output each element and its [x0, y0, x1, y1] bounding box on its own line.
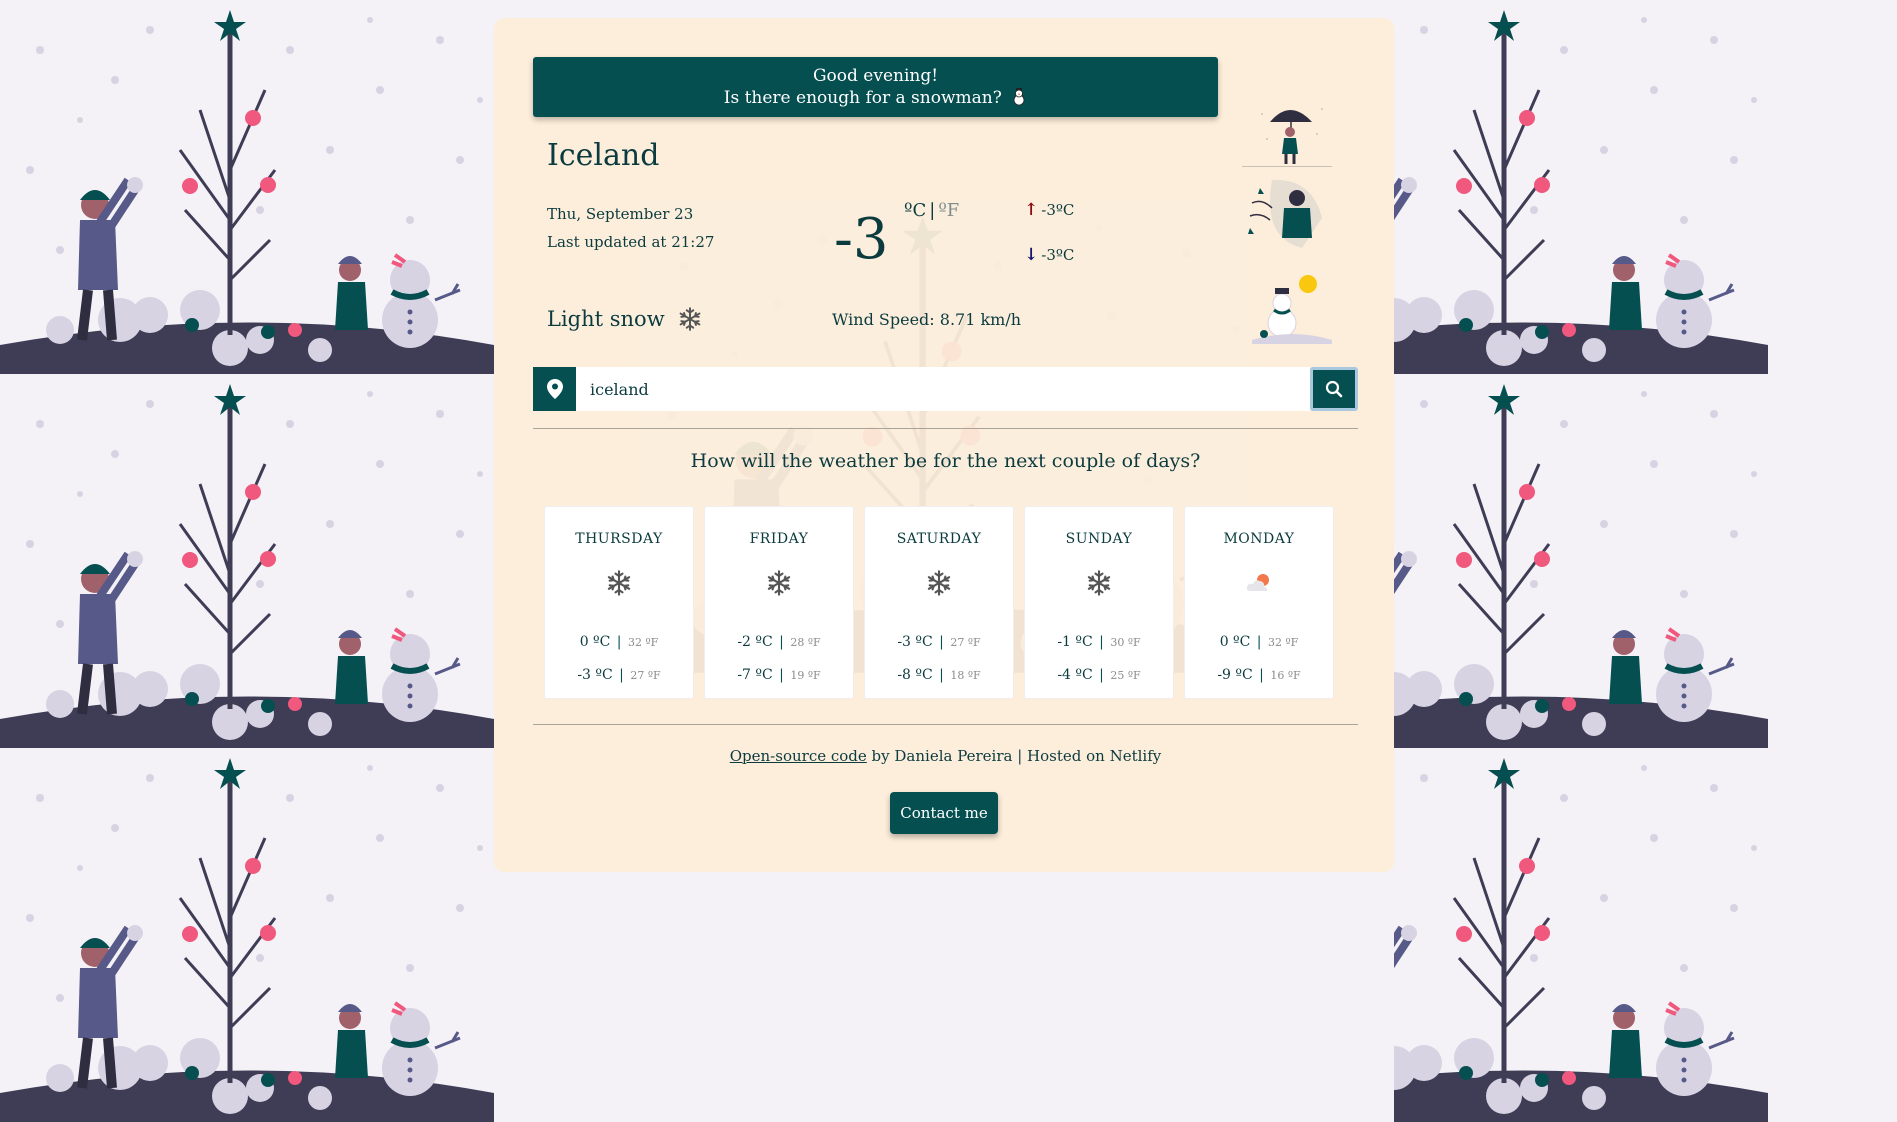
day-min: -7 ºC | 19 ºF [737, 667, 821, 683]
day-min: -8 ºC | 18 ºF [897, 667, 981, 683]
day-max: -3 ºC | 27 ºF [897, 634, 981, 650]
snowflake-icon [607, 570, 631, 596]
day-max: -2 ºC | 28 ºF [737, 634, 821, 650]
search-bar [533, 367, 1358, 411]
greeting-question: Is there enough for a snowman? [723, 88, 1002, 108]
celsius-link[interactable]: ºC [904, 200, 926, 221]
day-name: SATURDAY [896, 531, 982, 547]
day-min: -9 ºC | 16 ºF [1217, 667, 1301, 683]
weather-card: Good evening! Is there enough for a snow… [494, 18, 1394, 872]
last-updated-time: 21:27 [671, 233, 715, 251]
snowman-icon [1013, 88, 1025, 106]
fahrenheit-link[interactable]: ºF [938, 200, 959, 221]
city-name: Iceland [547, 138, 660, 173]
contact-button[interactable]: Contact me [890, 792, 998, 834]
forecast-list: THURSDAY 0 ºC | 32 ºF -3 ºC | 27 ºF FRID… [544, 506, 1334, 699]
weather-description: Light snow [547, 306, 703, 332]
arrow-up-icon: ↑ [1024, 200, 1039, 220]
umbrella-illustration [1242, 94, 1338, 166]
day-min: -3 ºC | 27 ºF [577, 667, 661, 683]
footer-credit: by Daniela Pereira | Hosted on Netlify [866, 747, 1162, 765]
cloud-sun-icon [1246, 574, 1269, 591]
forecast-day-card: SUNDAY -1 ºC | 30 ºF -4 ºC | 25 ºF [1024, 506, 1174, 699]
search-button[interactable] [1310, 367, 1358, 411]
arrow-down-icon: ↓ [1024, 245, 1039, 265]
snowflake-icon [679, 307, 701, 331]
unit-toggle: ºC | ºF [904, 200, 960, 221]
greeting-banner: Good evening! Is there enough for a snow… [533, 57, 1218, 117]
day-max: 0 ºC | 32 ºF [1219, 634, 1299, 650]
open-source-link[interactable]: Open-source code [730, 747, 867, 765]
wind-speed: Wind Speed: 8.71 km/h [832, 310, 1022, 329]
wind-person-illustration [1242, 178, 1338, 250]
forecast-day-card: FRIDAY -2 ºC | 28 ºF -7 ºC | 19 ºF [704, 506, 854, 699]
description-text: Light snow [547, 307, 665, 331]
forecast-day-card: SATURDAY -3 ºC | 27 ºF -8 ºC | 18 ºF [864, 506, 1014, 699]
divider [533, 428, 1358, 429]
snowflake-icon [927, 570, 951, 596]
day-name: THURSDAY [575, 531, 663, 547]
forecast-day-card: THURSDAY 0 ºC | 32 ºF -3 ºC | 27 ºF [544, 506, 694, 699]
greeting-text: Good evening! [812, 66, 939, 86]
current-date: Thu, September 23 [547, 205, 694, 223]
max-temperature: ↑ -3ºC [1024, 200, 1075, 220]
snowman-sun-illustration [1242, 268, 1338, 348]
min-temperature: ↓ -3ºC [1024, 245, 1075, 265]
current-temperature: -3 [834, 207, 889, 272]
search-icon [1325, 380, 1343, 398]
day-max: -1 ºC | 30 ºF [1057, 634, 1141, 650]
last-updated: Last updated at 21:27 [547, 233, 715, 251]
forecast-day-card: MONDAY 0 ºC | 32 ºF -9 ºC | 16 ºF [1184, 506, 1334, 699]
day-name: SUNDAY [1065, 531, 1133, 547]
snowflake-icon [767, 570, 791, 596]
day-name: FRIDAY [749, 531, 809, 547]
day-name: MONDAY [1223, 531, 1295, 547]
day-min: -4 ºC | 25 ºF [1057, 667, 1141, 683]
day-max: 0 ºC | 32 ºF [579, 634, 659, 650]
footer: Open-source code by Daniela Pereira | Ho… [533, 747, 1358, 765]
snowflake-icon [1087, 570, 1111, 596]
illustration-divider [1242, 166, 1332, 167]
location-pin-icon[interactable] [533, 367, 576, 411]
divider [533, 724, 1358, 725]
forecast-title: How will the weather be for the next cou… [690, 450, 1201, 472]
city-search-input[interactable] [576, 367, 1310, 411]
